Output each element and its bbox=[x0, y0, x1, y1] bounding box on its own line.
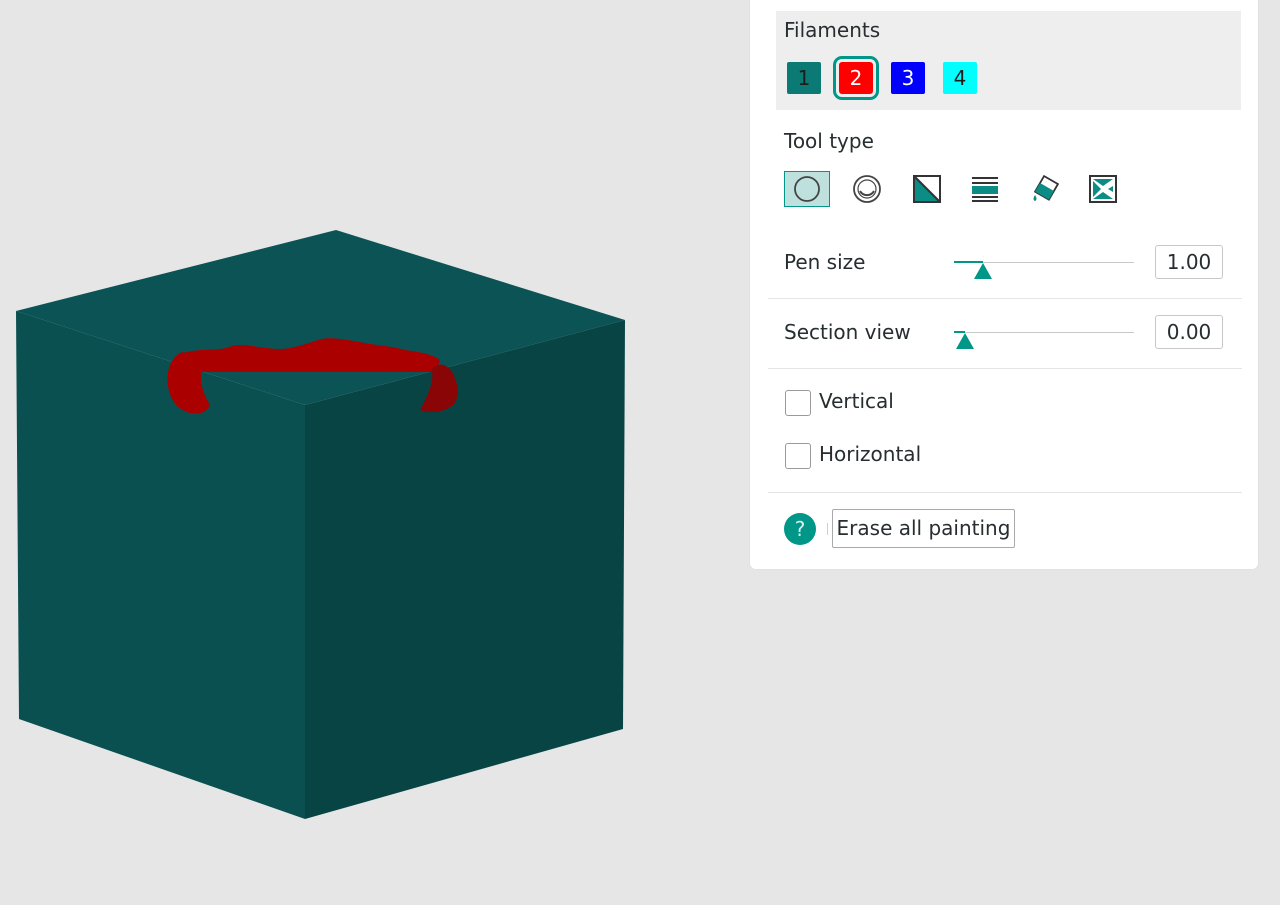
tool-gap-fill-button[interactable] bbox=[962, 171, 1008, 207]
filament-2-button[interactable]: 2 bbox=[833, 56, 879, 100]
filament-4-label: 4 bbox=[953, 66, 967, 90]
filament-4-button[interactable]: 4 bbox=[943, 62, 977, 94]
pen-size-label: Pen size bbox=[784, 250, 866, 274]
divider-2 bbox=[768, 368, 1242, 369]
pen-size-thumb[interactable] bbox=[973, 263, 992, 279]
gap-fill-icon bbox=[972, 177, 998, 202]
tool-circle-button[interactable] bbox=[784, 171, 830, 207]
section-view-input[interactable]: 0.00 bbox=[1155, 315, 1223, 349]
section-view-track bbox=[954, 332, 1134, 333]
vertical-checkbox[interactable] bbox=[785, 390, 811, 416]
horizontal-checkbox[interactable] bbox=[785, 443, 811, 469]
vertical-label: Vertical bbox=[819, 389, 894, 413]
circle-brush-icon bbox=[794, 176, 820, 202]
section-view-label: Section view bbox=[784, 320, 911, 344]
divider-3 bbox=[768, 492, 1242, 493]
filament-3-button[interactable]: 3 bbox=[891, 62, 925, 94]
filaments-title: Filaments bbox=[784, 18, 881, 42]
filament-3-label: 3 bbox=[901, 66, 915, 90]
paint-tool-panel: Filaments 1 2 3 4 Tool type Pen size 1.0… bbox=[750, 0, 1258, 569]
pen-size-input[interactable]: 1.00 bbox=[1155, 245, 1223, 279]
divider-1 bbox=[768, 298, 1242, 299]
smart-fill-icon bbox=[1089, 175, 1117, 203]
tool-sphere-button[interactable] bbox=[844, 171, 890, 207]
cube-right-face[interactable] bbox=[305, 320, 625, 819]
triangle-fill-icon bbox=[913, 175, 941, 203]
erase-all-painting-button[interactable]: Erase all painting bbox=[832, 509, 1015, 548]
filament-1-label: 1 bbox=[797, 66, 811, 90]
filaments-section: Filaments 1 2 3 4 bbox=[776, 11, 1241, 110]
filament-2-label: 2 bbox=[849, 66, 863, 90]
horizontal-label: Horizontal bbox=[819, 442, 922, 466]
tool-bucket-button[interactable] bbox=[1022, 171, 1068, 207]
sphere-brush-icon bbox=[853, 175, 881, 203]
section-view-thumb[interactable] bbox=[955, 333, 974, 349]
section-view-slider[interactable] bbox=[954, 317, 1134, 349]
help-icon[interactable]: ? bbox=[784, 513, 816, 545]
pen-size-slider[interactable] bbox=[954, 247, 1134, 279]
tool-type-title: Tool type bbox=[784, 129, 874, 153]
bucket-fill-icon bbox=[1033, 174, 1060, 201]
tool-triangle-button[interactable] bbox=[904, 171, 950, 207]
filament-1-button[interactable]: 1 bbox=[787, 62, 821, 94]
3d-viewport[interactable] bbox=[0, 0, 750, 905]
tool-smart-fill-button[interactable] bbox=[1080, 171, 1126, 207]
viewport-canvas[interactable] bbox=[0, 0, 750, 905]
separator bbox=[827, 523, 828, 535]
